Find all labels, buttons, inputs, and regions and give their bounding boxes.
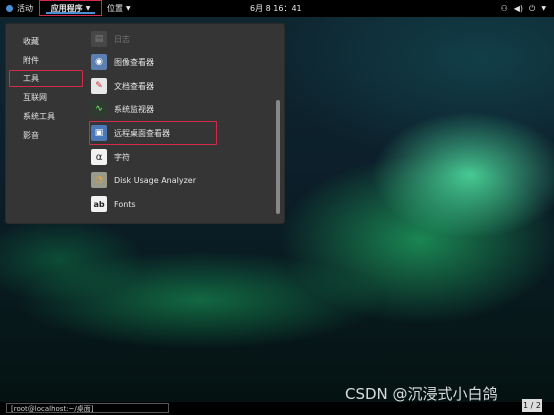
menu-scrollbar[interactable] [276,100,280,214]
bottom-taskbar: [root@localhost:~/桌面] [0,402,554,415]
category-selection-highlight [9,70,83,87]
image-viewer-icon: ◉ [91,54,107,70]
app-label: 系统监视器 [114,104,154,114]
applications-menu: 收藏 附件 工具 互联网 系统工具 影音 ▤ 日志 ◉ 图像查看器 ✎ 文档查看… [5,23,285,224]
caret-down-icon: ▼ [85,4,91,12]
app-logs[interactable]: ▤ 日志 [91,30,130,48]
remote-desktop-icon: ▣ [91,125,107,141]
fonts-icon: ab [91,196,107,212]
app-label: 图像查看器 [114,57,154,67]
taskbar-window-terminal[interactable]: [root@localhost:~/桌面] [6,403,169,413]
caret-down-icon: ▼ [126,5,131,12]
network-icon: ⚇ [500,4,508,13]
category-sound-video[interactable]: 影音 [23,129,39,143]
app-system-monitor[interactable]: ∿ 系统监视器 [91,100,154,118]
activities-button[interactable]: 活动 [6,0,33,17]
clock-label: 6月 8 16：41 [250,4,302,13]
caret-down-icon: ▼ [541,5,546,12]
category-accessories[interactable]: 附件 [23,54,39,68]
volume-icon: ◀) [513,4,524,13]
app-label: 文档查看器 [114,81,154,91]
app-label: Fonts [114,199,136,209]
app-label: 日志 [114,34,130,44]
category-utilities[interactable]: 工具 [23,72,39,86]
app-label: 远程桌面查看器 [114,128,170,138]
clock[interactable]: 6月 8 16：41 [250,0,302,17]
system-tray[interactable]: ⚇ ◀) ⏻ ▼ [501,0,546,17]
system-monitor-icon: ∿ [91,101,107,117]
log-icon: ▤ [91,31,107,47]
top-bar: 活动 应用程序 ▼ 位置 ▼ 6月 8 16：41 ⚇ ◀) ⏻ ▼ [0,0,554,17]
category-internet[interactable]: 互联网 [23,91,47,105]
category-system-tools[interactable]: 系统工具 [23,110,55,124]
applications-menu-button[interactable]: 应用程序 ▼ [39,0,102,16]
app-image-viewer[interactable]: ◉ 图像查看器 [91,53,154,71]
app-label: Disk Usage Analyzer [114,175,197,185]
places-menu-button[interactable]: 位置 ▼ [107,0,131,17]
power-icon: ⏻ [529,3,536,13]
disk-usage-icon: ◔ [91,172,107,188]
activities-label: 活动 [17,4,33,13]
app-document-viewer[interactable]: ✎ 文档查看器 [91,77,154,95]
applications-label: 应用程序 [50,3,83,13]
character-map-icon: α [91,149,107,165]
activities-icon [6,5,13,12]
app-fonts[interactable]: ab Fonts [91,195,136,213]
app-disk-usage-analyzer[interactable]: ◔ Disk Usage Analyzer [91,171,196,189]
workspace-indicator[interactable]: 1 / 2 [522,399,542,412]
app-label: 字符 [114,152,130,162]
watermark: CSDN @沉浸式小白鸽 [345,385,498,403]
document-viewer-icon: ✎ [91,78,107,94]
category-favorites[interactable]: 收藏 [23,35,39,49]
app-characters[interactable]: α 字符 [91,148,130,166]
places-label: 位置 [107,4,123,13]
app-remote-desktop-viewer[interactable]: ▣ 远程桌面查看器 [91,124,170,142]
